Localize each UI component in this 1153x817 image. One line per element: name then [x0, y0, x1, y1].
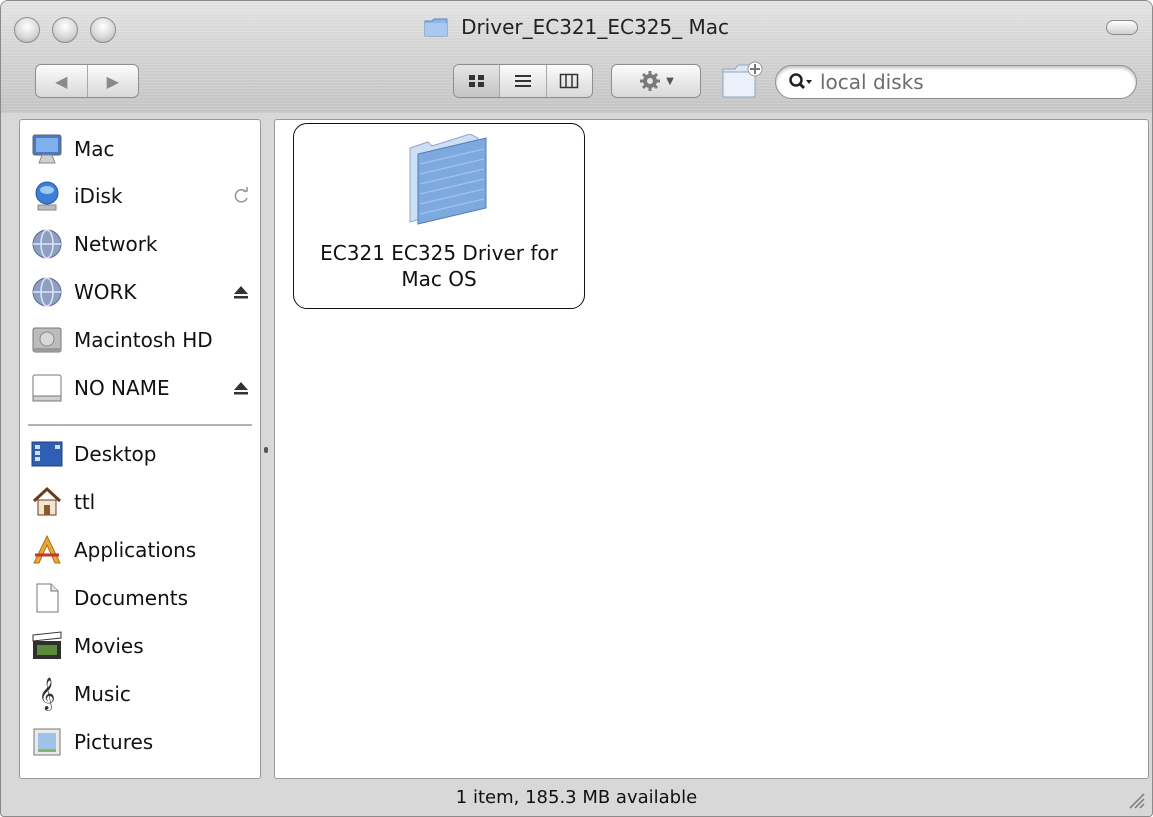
window-title-area: Driver_EC321_EC325_ Mac	[1, 15, 1152, 41]
list-view-button[interactable]	[499, 65, 545, 97]
sidebar-item-pictures[interactable]: Pictures	[28, 722, 256, 762]
applications-icon	[28, 532, 66, 568]
sidebar-item-label: Network	[74, 232, 158, 256]
chevron-down-icon: ▼	[666, 75, 674, 87]
icon-view-icon	[468, 75, 484, 87]
status-text: 1 item, 185.3 MB available	[455, 786, 698, 808]
network-volume-icon	[28, 274, 66, 310]
forward-arrow-icon: ▶	[106, 71, 119, 91]
sidebar-item-label: Pictures	[74, 730, 154, 754]
search-placeholder: local disks	[820, 70, 924, 94]
network-globe-icon	[28, 226, 66, 262]
sidebar-item-label: iDisk	[74, 184, 123, 208]
file-item[interactable]: EC321 EC325 Driver for Mac OS	[293, 123, 585, 309]
back-button[interactable]: ◀	[36, 65, 87, 97]
sidebar-item-desktop[interactable]: Desktop	[28, 434, 256, 474]
idisk-icon	[28, 178, 66, 214]
sidebar-item-applications[interactable]: Applications	[28, 530, 256, 570]
sidebar-item-network[interactable]: Network	[28, 224, 256, 264]
eject-icon[interactable]	[230, 281, 252, 303]
sidebar-item-label: Mac	[74, 137, 115, 161]
back-forward-control: ◀ ▶	[35, 64, 139, 98]
sidebar-item-label: Macintosh HD	[74, 328, 213, 352]
window-title: Driver_EC321_EC325_ Mac	[461, 15, 730, 39]
sidebar-item-label: Movies	[74, 634, 144, 658]
sidebar-item-label: ttl	[74, 490, 96, 514]
sidebar-item-label: Desktop	[74, 442, 157, 466]
status-bar: 1 item, 185.3 MB available	[1, 778, 1152, 816]
toolbar-toggle-button[interactable]	[1106, 20, 1138, 35]
folder-icon	[409, 134, 487, 225]
eject-icon[interactable]	[230, 377, 252, 399]
sidebar-item-work[interactable]: WORK	[28, 272, 256, 312]
movies-icon	[28, 628, 66, 664]
search-icon	[789, 73, 812, 90]
sidebar-item-music[interactable]: 𝄞 Music	[28, 674, 256, 714]
documents-icon	[28, 580, 66, 616]
computer-icon	[28, 131, 66, 167]
sidebar-item-ttl[interactable]: ttl	[28, 482, 256, 522]
new-folder-icon	[722, 61, 763, 98]
music-icon: 𝄞	[38, 677, 56, 710]
title-folder-icon	[424, 18, 448, 37]
pictures-icon	[28, 724, 66, 760]
gear-icon	[640, 71, 661, 91]
sidebar-divider	[28, 424, 252, 426]
sidebar-item-movies[interactable]: Movies	[28, 626, 256, 666]
column-view-icon	[560, 73, 579, 89]
back-arrow-icon: ◀	[55, 71, 68, 91]
new-folder-button[interactable]	[719, 59, 765, 101]
sidebar-item-label: Music	[74, 682, 131, 706]
column-view-button[interactable]	[545, 65, 592, 97]
sync-icon[interactable]	[230, 185, 252, 207]
home-icon	[28, 484, 66, 520]
action-menu-button[interactable]: ▼	[611, 64, 701, 98]
sidebar-item-label: NO NAME	[74, 376, 170, 400]
sidebar-item-mac[interactable]: Mac	[28, 129, 256, 169]
sidebar: Mac iDisk Network WORK Macintosh HD NO N…	[19, 119, 261, 779]
sidebar-item-no-name[interactable]: NO NAME	[28, 368, 256, 408]
sidebar-item-macintosh-hd[interactable]: Macintosh HD	[28, 320, 256, 360]
view-mode-control	[453, 64, 593, 98]
sidebar-item-label: Documents	[74, 586, 189, 610]
finder-window: Driver_EC321_EC325_ Mac ◀ ▶ ▼ local disk…	[0, 0, 1153, 817]
content-pane: EC321 EC325 Driver for Mac OS	[274, 119, 1149, 779]
sidebar-item-idisk[interactable]: iDisk	[28, 176, 256, 216]
sidebar-item-label: WORK	[74, 280, 137, 304]
sidebar-resize-handle[interactable]	[264, 447, 268, 453]
title-bar: Driver_EC321_EC325_ Mac	[1, 1, 1152, 53]
sidebar-item-documents[interactable]: Documents	[28, 578, 256, 618]
hard-drive-icon	[28, 322, 66, 358]
icon-view-button[interactable]	[454, 65, 500, 97]
desktop-icon	[28, 436, 66, 472]
file-item-label: EC321 EC325 Driver for Mac OS	[320, 241, 558, 291]
search-field[interactable]: local disks	[775, 65, 1137, 99]
removable-disk-icon	[28, 370, 66, 406]
list-view-icon	[514, 75, 531, 87]
sidebar-item-label: Applications	[74, 538, 197, 562]
resize-grip-icon[interactable]	[1124, 788, 1146, 810]
forward-button[interactable]: ▶	[86, 65, 139, 97]
